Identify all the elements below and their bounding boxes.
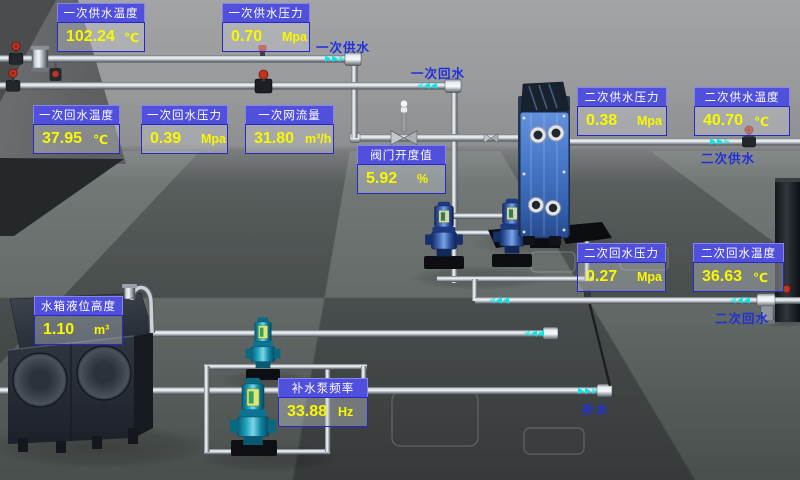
meter-pump-frequency[interactable]: 补水泵频率 33.88Hz <box>278 378 368 427</box>
meter-label: 二次供水温度 <box>694 87 790 106</box>
hmi-screen: 一次供水温度 102.24℃ 一次供水压力 0.70Mpa 一次回水温度 37.… <box>0 0 800 480</box>
meter-valve-opening[interactable]: 阀门开度值 5.92% <box>357 145 446 194</box>
meter-value: 37.95℃ <box>33 124 120 154</box>
meter-value: 36.63℃ <box>693 262 784 292</box>
meter-secondary-supply-temp[interactable]: 二次供水温度 40.70℃ <box>694 87 790 136</box>
meter-label: 二次回水温度 <box>693 243 784 262</box>
meter-value: 33.88Hz <box>278 397 368 427</box>
pipe-primary-supply-to-hx <box>350 133 540 143</box>
meter-label: 一次网流量 <box>245 105 334 124</box>
primary-supply-valve <box>9 42 23 64</box>
meter-value: 0.70Mpa <box>222 22 310 52</box>
meter-value: 5.92% <box>357 164 446 194</box>
meter-label: 一次回水压力 <box>141 105 228 124</box>
control-valve <box>391 100 417 145</box>
meter-primary-supply-pressure[interactable]: 一次供水压力 0.70Mpa <box>222 3 310 52</box>
meter-label: 补水泵频率 <box>278 378 368 397</box>
meter-secondary-return-pressure[interactable]: 二次回水压力 0.27Mpa <box>577 243 666 292</box>
meter-tank-level[interactable]: 水箱液位高度 1.10m³ <box>34 296 123 345</box>
meter-value: 102.24℃ <box>57 22 145 52</box>
heat-exchanger <box>518 82 570 245</box>
meter-primary-supply-temp[interactable]: 一次供水温度 102.24℃ <box>57 3 145 52</box>
pipe-label-secondary-return: 二次回水 <box>715 308 769 327</box>
meter-label: 二次供水压力 <box>577 87 667 106</box>
meter-value: 31.80m³/h <box>245 124 334 154</box>
pipe-label-primary-supply: 一次供水 <box>316 37 370 56</box>
pipe-secondary-return <box>475 297 800 304</box>
meter-primary-flow[interactable]: 一次网流量 31.80m³/h <box>245 105 334 154</box>
pipe-label-secondary-supply: 二次供水 <box>701 148 755 167</box>
meter-label: 一次供水温度 <box>57 3 145 22</box>
pipe-tank-outlet <box>148 327 558 340</box>
meter-label: 一次供水压力 <box>222 3 310 22</box>
makeup-pump-1 <box>246 317 281 380</box>
primary-return-valve <box>6 69 20 91</box>
meter-secondary-supply-pressure[interactable]: 二次供水压力 0.38Mpa <box>577 87 667 136</box>
meter-label: 水箱液位高度 <box>34 296 123 315</box>
meter-label: 一次回水温度 <box>33 105 120 124</box>
meter-primary-return-temp[interactable]: 一次回水温度 37.95℃ <box>33 105 120 154</box>
meter-value: 40.70℃ <box>694 106 790 136</box>
meter-primary-return-pressure[interactable]: 一次回水压力 0.39Mpa <box>141 105 228 154</box>
pipe-label-primary-return: 一次回水 <box>411 63 465 82</box>
scene-graphic <box>0 0 800 480</box>
meter-value: 0.27Mpa <box>577 262 666 292</box>
pipe-primary-return-drop <box>452 87 458 283</box>
drain-valve <box>50 62 62 81</box>
pipe-primary-return <box>0 69 461 93</box>
meter-value: 1.10m³ <box>34 315 123 345</box>
meter-label: 二次回水压力 <box>577 243 666 262</box>
meter-label: 阀门开度值 <box>357 145 446 164</box>
meter-value: 0.39Mpa <box>141 124 228 154</box>
meter-secondary-return-temp[interactable]: 二次回水温度 36.63℃ <box>693 243 784 292</box>
separator <box>31 46 49 72</box>
meter-value: 0.38Mpa <box>577 106 667 136</box>
primary-return-valve-2 <box>255 70 272 93</box>
pipe-label-makeup: 补水 <box>582 399 609 418</box>
